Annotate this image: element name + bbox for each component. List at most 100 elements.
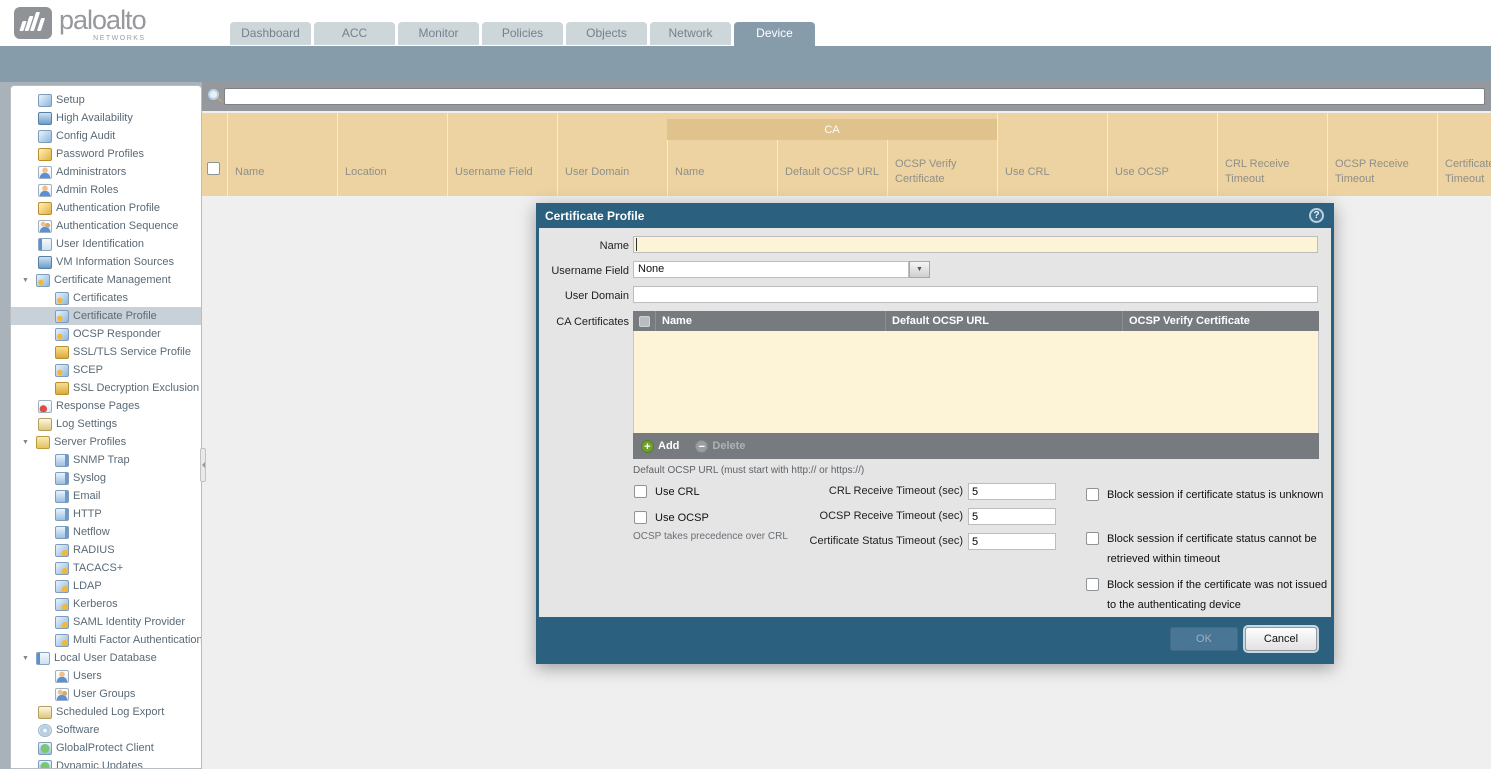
tab-monitor[interactable]: Monitor bbox=[398, 22, 479, 45]
column-header-label: CRL Receive Timeout bbox=[1225, 151, 1324, 193]
sidebar-item-http[interactable]: HTTP bbox=[11, 505, 201, 523]
block-option-checkbox-2[interactable] bbox=[1086, 532, 1099, 545]
sidebar-item-scep[interactable]: SCEP bbox=[11, 361, 201, 379]
sidebar-item-email[interactable]: Email bbox=[11, 487, 201, 505]
ldap-icon bbox=[55, 580, 69, 593]
timeout-input-certificate-status-timeout-sec[interactable] bbox=[968, 533, 1056, 550]
sidebar-item-setup[interactable]: Setup bbox=[11, 91, 201, 109]
select-all-checkbox[interactable] bbox=[207, 162, 220, 175]
expander-icon[interactable]: ▼ bbox=[22, 277, 34, 284]
certificate-profile-icon bbox=[55, 310, 69, 323]
tab-policies[interactable]: Policies bbox=[482, 22, 563, 45]
user-domain-field[interactable] bbox=[633, 286, 1318, 303]
sidebar-item-label: TACACS+ bbox=[73, 562, 123, 574]
sidebar-item-netflow[interactable]: Netflow bbox=[11, 523, 201, 541]
delete-button[interactable]: − Delete bbox=[695, 440, 745, 453]
sidebar-item-local-user-database[interactable]: ▼Local User Database bbox=[11, 649, 201, 667]
sidebar-item-vm-information-sources[interactable]: VM Information Sources bbox=[11, 253, 201, 271]
grid-column-user-domain: User Domain bbox=[557, 113, 667, 196]
sidebar-item-response-pages[interactable]: Response Pages bbox=[11, 397, 201, 415]
grid-column-certificate-timeout: Certificate Timeout bbox=[1437, 113, 1491, 196]
sidebar-item-software[interactable]: Software bbox=[11, 721, 201, 739]
sidebar-item-label: OCSP Responder bbox=[73, 328, 161, 340]
timeout-input-crl-receive-timeout-sec[interactable] bbox=[968, 483, 1056, 500]
block-option-checkbox-1[interactable] bbox=[1086, 488, 1099, 501]
ca-select-all-checkbox[interactable] bbox=[639, 316, 650, 327]
sidebar-item-password-profiles[interactable]: Password Profiles bbox=[11, 145, 201, 163]
sidebar-item-label: Admin Roles bbox=[56, 184, 118, 196]
sidebar-item-scheduled-log-export[interactable]: Scheduled Log Export bbox=[11, 703, 201, 721]
sidebar-item-ldap[interactable]: LDAP bbox=[11, 577, 201, 595]
username-field-select[interactable]: None bbox=[633, 261, 909, 278]
sidebar-item-user-groups[interactable]: User Groups bbox=[11, 685, 201, 703]
ok-button[interactable]: OK bbox=[1170, 627, 1238, 651]
sidebar-item-label: Kerberos bbox=[73, 598, 118, 610]
sidebar-item-authentication-profile[interactable]: Authentication Profile bbox=[11, 199, 201, 217]
sidebar-item-label: SNMP Trap bbox=[73, 454, 130, 466]
tab-network[interactable]: Network bbox=[650, 22, 731, 45]
sidebar-item-administrators[interactable]: Administrators bbox=[11, 163, 201, 181]
sidebar-item-dynamic-updates[interactable]: Dynamic Updates bbox=[11, 757, 201, 769]
timeout-label: CRL Receive Timeout (sec) bbox=[689, 483, 963, 500]
block-option-label: Block session if certificate status is u… bbox=[1107, 485, 1335, 505]
chevron-down-icon[interactable]: ▼ bbox=[909, 261, 930, 278]
sidebar-item-label: Config Audit bbox=[56, 130, 115, 142]
sidebar-item-label: VM Information Sources bbox=[56, 256, 174, 268]
sidebar-item-tacacs[interactable]: TACACS+ bbox=[11, 559, 201, 577]
dynamic-updates-icon bbox=[38, 760, 52, 769]
sidebar-item-saml-identity-provider[interactable]: SAML Identity Provider bbox=[11, 613, 201, 631]
sidebar-item-ssl-decryption-exclusion[interactable]: SSL Decryption Exclusion bbox=[11, 379, 201, 397]
tab-device[interactable]: Device bbox=[734, 22, 815, 46]
sidebar-item-certificate-profile[interactable]: Certificate Profile bbox=[11, 307, 201, 325]
name-field[interactable] bbox=[633, 236, 1318, 253]
grid-column-use-crl: Use CRL bbox=[997, 113, 1107, 196]
sidebar-item-certificate-management[interactable]: ▼Certificate Management bbox=[11, 271, 201, 289]
setup-icon bbox=[38, 94, 52, 107]
sidebar-item-kerberos[interactable]: Kerberos bbox=[11, 595, 201, 613]
sidebar-item-certificates[interactable]: Certificates bbox=[11, 289, 201, 307]
expander-icon[interactable]: ▼ bbox=[22, 439, 34, 446]
cancel-button[interactable]: Cancel bbox=[1245, 627, 1317, 651]
grid-column-use-ocsp: Use OCSP bbox=[1107, 113, 1217, 196]
block-option-checkbox-3[interactable] bbox=[1086, 578, 1099, 591]
sidebar-item-server-profiles[interactable]: ▼ Server Profiles bbox=[11, 433, 201, 451]
grid-column-crl-receive-timeout: CRL Receive Timeout bbox=[1217, 113, 1327, 196]
search-input[interactable] bbox=[224, 88, 1485, 105]
timeout-input-ocsp-receive-timeout-sec[interactable] bbox=[968, 508, 1056, 525]
multi-factor-authentication-icon bbox=[55, 634, 69, 647]
sidebar-item-config-audit[interactable]: Config Audit bbox=[11, 127, 201, 145]
sidebar-item-syslog[interactable]: Syslog bbox=[11, 469, 201, 487]
sidebar-item-snmp-trap[interactable]: SNMP Trap bbox=[11, 451, 201, 469]
administrators-icon bbox=[38, 166, 52, 179]
sidebar-item-label: Email bbox=[73, 490, 101, 502]
use-ocsp-checkbox[interactable] bbox=[634, 511, 647, 524]
sidebar-item-log-settings[interactable]: Log Settings bbox=[11, 415, 201, 433]
sidebar-item-authentication-sequence[interactable]: Authentication Sequence bbox=[11, 217, 201, 235]
sidebar-collapse-handle[interactable] bbox=[200, 448, 206, 482]
column-header-label: Location bbox=[345, 151, 444, 193]
authentication-sequence-icon bbox=[38, 220, 52, 233]
sidebar-item-label: Netflow bbox=[73, 526, 110, 538]
sidebar-item-multi-factor-authentication[interactable]: Multi Factor Authentication bbox=[11, 631, 201, 649]
tab-acc[interactable]: ACC bbox=[314, 22, 395, 45]
sidebar-item-ssl-tls-service-profile[interactable]: SSL/TLS Service Profile bbox=[11, 343, 201, 361]
block-option-label: Block session if certificate status cann… bbox=[1107, 529, 1335, 569]
sidebar-item-label: Server Profiles bbox=[54, 436, 126, 448]
high-availability-icon bbox=[38, 112, 52, 125]
column-header-label: OCSP Receive Timeout bbox=[1335, 151, 1434, 193]
add-button[interactable]: + Add bbox=[641, 440, 679, 453]
saml-identity-provider-icon bbox=[55, 616, 69, 629]
sidebar-item-label: HTTP bbox=[73, 508, 102, 520]
tab-dashboard[interactable]: Dashboard bbox=[230, 22, 311, 45]
expander-icon[interactable]: ▼ bbox=[22, 655, 34, 662]
sidebar-item-globalprotect-client[interactable]: GlobalProtect Client bbox=[11, 739, 201, 757]
sidebar-item-ocsp-responder[interactable]: OCSP Responder bbox=[11, 325, 201, 343]
use-crl-checkbox[interactable] bbox=[634, 485, 647, 498]
sidebar-item-user-identification[interactable]: User Identification bbox=[11, 235, 201, 253]
sidebar-item-admin-roles[interactable]: Admin Roles bbox=[11, 181, 201, 199]
sidebar-item-radius[interactable]: RADIUS bbox=[11, 541, 201, 559]
tab-objects[interactable]: Objects bbox=[566, 22, 647, 45]
sidebar-item-high-availability[interactable]: High Availability bbox=[11, 109, 201, 127]
sidebar-item-users[interactable]: Users bbox=[11, 667, 201, 685]
help-icon[interactable]: ? bbox=[1309, 208, 1324, 223]
